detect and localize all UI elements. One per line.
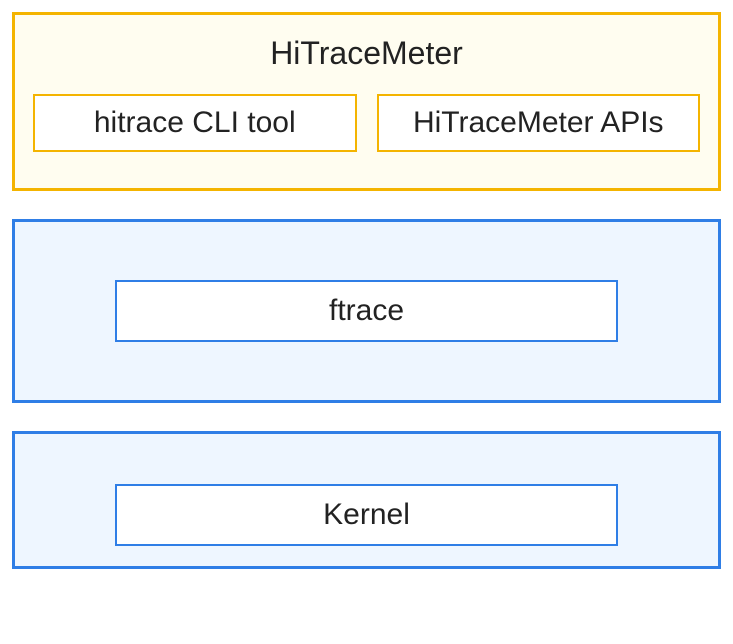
kernel-box: Kernel bbox=[115, 484, 618, 546]
hitracemeter-row: hitrace CLI tool HiTraceMeter APIs bbox=[33, 94, 700, 152]
ftrace-box: ftrace bbox=[115, 280, 618, 342]
kernel-block: Kernel bbox=[12, 431, 721, 569]
hitracemeter-apis-box: HiTraceMeter APIs bbox=[377, 94, 701, 152]
hitracemeter-title: HiTraceMeter bbox=[33, 29, 700, 94]
hitracemeter-block: HiTraceMeter hitrace CLI tool HiTraceMet… bbox=[12, 12, 721, 191]
ftrace-block: ftrace bbox=[12, 219, 721, 403]
hitrace-cli-tool-box: hitrace CLI tool bbox=[33, 94, 357, 152]
